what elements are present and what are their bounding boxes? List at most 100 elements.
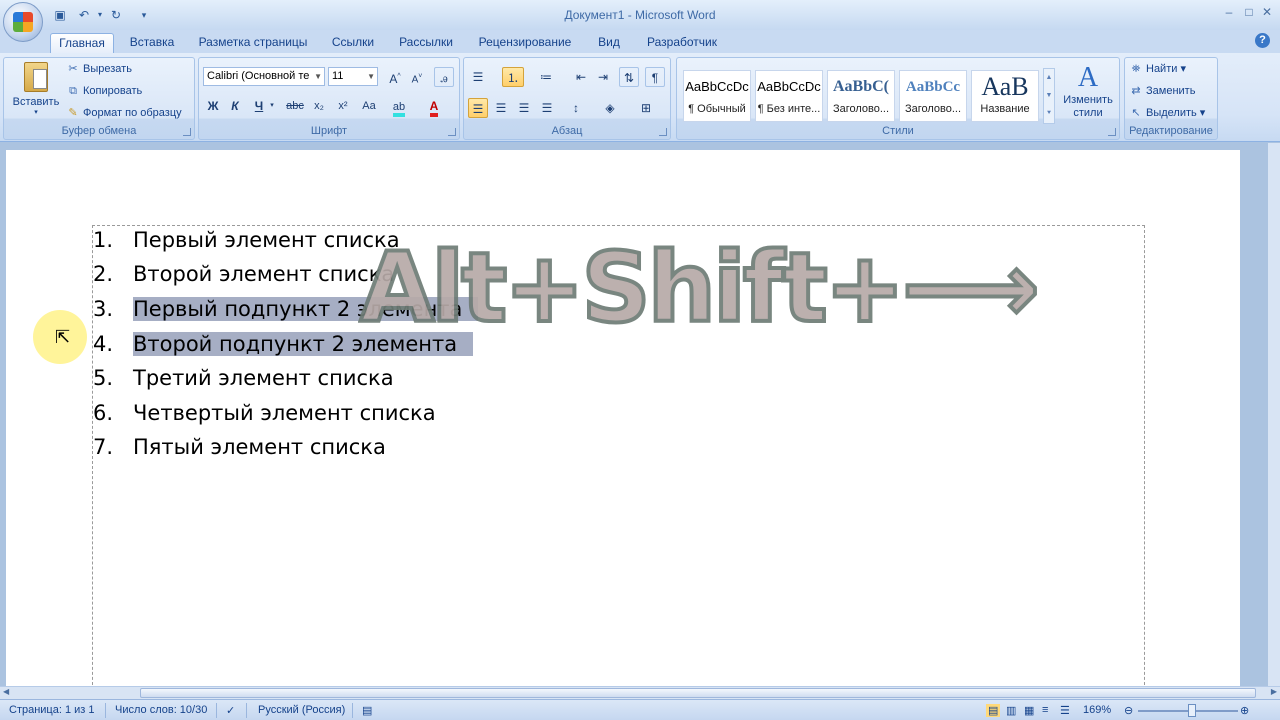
highlight-color-button[interactable]: ab (389, 96, 409, 117)
style-title-tile[interactable]: АаВ Название (971, 70, 1039, 122)
align-center-button[interactable]: ☰ (491, 98, 511, 118)
underline-dropdown-icon[interactable]: ▾ (267, 96, 277, 116)
paste-dropdown-icon: ▾ (34, 109, 38, 116)
multilevel-list-button[interactable]: ≔ (536, 67, 556, 87)
bold-button[interactable]: Ж (203, 96, 223, 116)
tab-review[interactable]: Рецензирование (472, 33, 578, 53)
replace-button[interactable]: ⇄ Заменить (1129, 82, 1195, 100)
list-text: Пятый элемент списка (133, 435, 386, 459)
zoom-level[interactable]: 169% (1083, 704, 1111, 716)
draft-view-icon[interactable]: ☰ (1060, 704, 1070, 717)
zoom-slider-thumb[interactable] (1188, 704, 1196, 717)
print-layout-view-icon[interactable]: ▤ (986, 704, 1001, 717)
list-number: 2. (93, 262, 114, 286)
chevron-down-icon: ▼ (367, 72, 375, 81)
cut-button[interactable]: ✂ Вырезать (66, 60, 132, 78)
macro-record-icon[interactable]: ▤ (362, 704, 372, 717)
office-button[interactable] (3, 2, 43, 42)
font-dialog-launcher[interactable] (448, 128, 456, 136)
justify-button[interactable]: ☰ (537, 98, 557, 118)
clipboard-group-label: Буфер обмена (61, 125, 137, 137)
change-case-button[interactable]: Aa (357, 96, 381, 116)
word-count[interactable]: Число слов: 10/30 (115, 704, 207, 716)
sort-button[interactable]: ⇅ (619, 67, 639, 87)
bullets-button[interactable]: ☰ (468, 67, 488, 87)
help-icon[interactable]: ? (1255, 33, 1270, 48)
copy-button[interactable]: ⧉ Копировать (66, 82, 142, 100)
close-button[interactable]: ✕ (1258, 5, 1276, 21)
font-color-button[interactable]: A (424, 96, 444, 117)
borders-button[interactable]: ⊞ (636, 98, 656, 118)
select-button[interactable]: ↖ Выделить ▾ (1129, 104, 1205, 122)
scroll-right-icon[interactable]: ▶ (1271, 687, 1277, 696)
style-name: ¶ Без инте... (757, 103, 821, 115)
font-size-value: 11 (332, 70, 344, 82)
horizontal-scrollbar[interactable]: ◀ ▶ (0, 686, 1280, 699)
style-normal-tile[interactable]: AaBbCcDc ¶ Обычный (683, 70, 751, 122)
increase-indent-button[interactable]: ⇥ (593, 67, 613, 87)
font-name-combo[interactable]: Calibri (Основной те ▼ (203, 67, 325, 86)
horizontal-scroll-thumb[interactable] (140, 688, 1256, 698)
change-styles-button[interactable]: A Изменить стили (1059, 62, 1117, 124)
grow-font-button[interactable]: A^ (385, 67, 405, 87)
editing-group-label: Редактирование (1129, 125, 1213, 137)
styles-scroll[interactable]: ▲ ▼ ⯆ (1043, 68, 1055, 124)
vertical-scrollbar[interactable] (1268, 143, 1280, 686)
tab-page-layout[interactable]: Разметка страницы (194, 33, 312, 53)
superscript-button[interactable]: x² (333, 96, 353, 116)
zoom-in-icon[interactable]: ⊕ (1240, 704, 1249, 717)
full-screen-reading-icon[interactable]: ▥ (1006, 704, 1016, 717)
paste-label: Вставить (12, 96, 60, 108)
proofing-icon[interactable]: ✓ (226, 704, 235, 717)
paragraph-dialog-launcher[interactable] (659, 128, 667, 136)
tab-insert[interactable]: Вставка (124, 33, 180, 53)
select-arrow-icon: ↖ (1131, 107, 1141, 119)
clear-formatting-button[interactable]: ꭿ (434, 67, 454, 87)
numbering-button[interactable]: ⒈ (502, 67, 524, 87)
strikethrough-button[interactable]: abc (285, 96, 305, 116)
subscript-button[interactable]: x₂ (309, 96, 329, 116)
decrease-indent-button[interactable]: ⇤ (571, 67, 591, 87)
style-no-spacing-tile[interactable]: AaBbCcDc ¶ Без инте... (755, 70, 823, 122)
paste-button[interactable]: Вставить ▾ (8, 60, 64, 120)
minimize-button[interactable]: – (1220, 5, 1238, 21)
style-heading2-tile[interactable]: AaBbCc Заголово... (899, 70, 967, 122)
binoculars-icon: ⛯ (1131, 63, 1141, 75)
format-painter-button[interactable]: ✎ Формат по образцу (66, 104, 181, 122)
outline-view-icon[interactable]: ≡ (1042, 704, 1048, 716)
window-title: Документ1 - Microsoft Word (564, 8, 716, 22)
line-spacing-button[interactable]: ↕ (566, 98, 586, 118)
highlighter-icon: ab (392, 101, 406, 117)
document-page[interactable]: 1. Первый элемент списка 2. Второй элемент… (6, 150, 1240, 695)
style-name: Заголово... (832, 103, 890, 115)
align-left-button[interactable]: ☰ (468, 98, 488, 118)
align-right-button[interactable]: ☰ (514, 98, 534, 118)
web-layout-icon[interactable]: ▦ (1024, 704, 1034, 717)
tab-developer[interactable]: Разработчик (640, 33, 724, 53)
page-count[interactable]: Страница: 1 из 1 (9, 704, 95, 716)
tab-view[interactable]: Вид (592, 33, 626, 53)
underline-button[interactable]: Ч (249, 96, 269, 116)
font-size-combo[interactable]: 11 ▼ (328, 67, 378, 86)
style-heading1-tile[interactable]: AaBbC( Заголово... (827, 70, 895, 122)
maximize-button[interactable]: □ (1240, 5, 1258, 21)
language-indicator[interactable]: Русский (Россия) (258, 704, 345, 716)
italic-button[interactable]: К (225, 96, 245, 116)
keyboard-shortcut-overlay: Alt+Shift+⟶ (358, 230, 1042, 346)
styles-dialog-launcher[interactable] (1108, 128, 1116, 136)
ribbon-tabs: Главная Вставка Разметка страницы Ссылки… (0, 30, 1280, 53)
scroll-left-icon[interactable]: ◀ (3, 687, 9, 696)
list-text: Третий элемент списка (133, 366, 394, 390)
show-marks-button[interactable]: ¶ (645, 67, 665, 87)
zoom-out-icon[interactable]: ⊖ (1124, 704, 1133, 717)
tab-home[interactable]: Главная (50, 33, 114, 53)
clipboard-dialog-launcher[interactable] (183, 128, 191, 136)
tab-mailings[interactable]: Рассылки (394, 33, 458, 53)
divider (352, 703, 353, 718)
shrink-font-button[interactable]: A˅ (407, 67, 427, 87)
font-group-label: Шрифт (310, 125, 348, 137)
shading-button[interactable]: ◈ (600, 98, 620, 118)
find-button[interactable]: ⛯ Найти ▾ (1129, 60, 1186, 78)
tab-references[interactable]: Ссылки (326, 33, 380, 53)
font-name-value: Calibri (Основной те (207, 70, 310, 82)
